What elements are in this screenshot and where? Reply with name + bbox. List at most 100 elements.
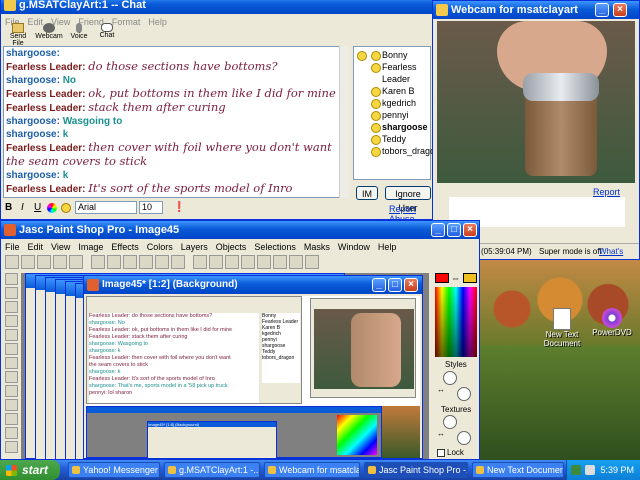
swap-colors-icon[interactable]: ⇔ [451, 273, 460, 283]
image45-titlebar[interactable]: Image45* [1:2] (Background) _ □ × [84, 276, 422, 294]
psp-menu-help[interactable]: Help [374, 242, 401, 252]
textures-back-button[interactable] [457, 431, 471, 445]
psp-toolbar-button-icon[interactable] [193, 255, 207, 269]
send-file-button[interactable]: Send File [5, 23, 31, 47]
image45-maximize-button[interactable]: □ [388, 278, 402, 292]
emoticon-icon[interactable] [61, 203, 71, 213]
psp-toolbar-button-icon[interactable] [305, 255, 319, 269]
italic-button[interactable]: I [21, 202, 24, 213]
task-webcam[interactable]: Webcam for msatclay... [264, 462, 360, 478]
desktop-icon-new-text-document[interactable]: New Text Document [540, 308, 584, 348]
psp-toolbar-button-icon[interactable] [91, 255, 105, 269]
psp-toolbar-button-icon[interactable] [139, 255, 153, 269]
voice-button[interactable]: Voice [67, 23, 91, 40]
report-abuse-link[interactable]: Report Abuse [389, 204, 433, 219]
start-button[interactable]: start [0, 460, 60, 480]
psp-menu-masks[interactable]: Masks [300, 242, 334, 252]
task-new-text-document[interactable]: New Text Document ... [472, 462, 564, 478]
chat-button[interactable]: Chat [95, 23, 119, 39]
psp-menu-objects[interactable]: Objects [212, 242, 251, 252]
user-list-item[interactable]: Karen B [368, 85, 430, 97]
minimize-button[interactable]: _ [595, 3, 609, 17]
background-swatch[interactable] [463, 273, 477, 283]
psp-menu-edit[interactable]: Edit [24, 242, 48, 252]
psp-toolbar-button-icon[interactable] [209, 255, 223, 269]
styles-back-button[interactable] [457, 387, 471, 401]
webcam-titlebar[interactable]: Webcam for msatclayart _ × [433, 1, 639, 19]
font-select[interactable]: Arial [75, 201, 137, 214]
psp-tool-icon[interactable] [5, 427, 18, 439]
styles-swap-icon[interactable]: ↔ [437, 385, 445, 394]
psp-maximize-button[interactable]: □ [447, 223, 461, 237]
task-yahoo-messenger[interactable]: Yahoo! Messenger (I... [68, 462, 160, 478]
chat-titlebar[interactable]: g.MSATClayArt:1 -- Chat [1, 0, 433, 14]
webcam-button[interactable]: Webcam [35, 23, 63, 40]
user-list-item[interactable]: tobors_dragon [368, 145, 433, 157]
psp-menu-view[interactable]: View [47, 242, 74, 252]
tray-volume-icon[interactable] [585, 465, 595, 475]
user-list-item[interactable]: Bonny [368, 49, 430, 61]
color-picker-icon[interactable] [47, 203, 57, 213]
psp-tool-icon[interactable] [5, 413, 18, 425]
psp-minimize-button[interactable]: _ [431, 223, 445, 237]
underline-button[interactable]: U [34, 202, 41, 213]
psp-menu-selections[interactable]: Selections [250, 242, 300, 252]
user-list-item[interactable]: pennyi [368, 109, 430, 121]
user-list-item[interactable]: shargoose [368, 121, 430, 133]
psp-titlebar[interactable]: Jasc Paint Shop Pro - Image45 _ □ × [1, 221, 479, 239]
psp-menu-window[interactable]: Window [334, 242, 374, 252]
bold-button[interactable]: B [5, 202, 12, 213]
psp-tool-icon[interactable] [5, 385, 18, 397]
user-list-item[interactable]: Teddy [368, 133, 430, 145]
buzz-icon[interactable]: ❗ [173, 202, 185, 213]
psp-close-button[interactable]: × [463, 223, 477, 237]
psp-tool-icon[interactable] [5, 301, 18, 313]
psp-menu-image[interactable]: Image [74, 242, 107, 252]
image45-canvas[interactable]: Fearless Leader: do those sections have … [86, 296, 420, 458]
lock-checkbox[interactable] [437, 449, 445, 457]
textures-fore-button[interactable] [443, 415, 457, 429]
psp-toolbar-button-icon[interactable] [171, 255, 185, 269]
psp-toolbar-button-icon[interactable] [37, 255, 51, 269]
image45-close-button[interactable]: × [404, 278, 418, 292]
psp-tool-icon[interactable] [5, 441, 18, 453]
color-spectrum[interactable] [435, 287, 477, 357]
psp-tool-icon[interactable] [5, 273, 18, 285]
textures-swap-icon[interactable]: ↔ [437, 429, 445, 438]
psp-menu-file[interactable]: File [1, 242, 24, 252]
psp-toolbar-button-icon[interactable] [155, 255, 169, 269]
psp-toolbar-button-icon[interactable] [123, 255, 137, 269]
psp-toolbar-button-icon[interactable] [241, 255, 255, 269]
psp-toolbar-button-icon[interactable] [21, 255, 35, 269]
psp-tool-icon[interactable] [5, 287, 18, 299]
task-chat[interactable]: g.MSATClayArt:1 -... [164, 462, 260, 478]
im-button[interactable]: IM [356, 186, 378, 200]
psp-tool-icon[interactable] [5, 315, 18, 327]
psp-toolbar-button-icon[interactable] [69, 255, 83, 269]
psp-menu-layers[interactable]: Layers [177, 242, 212, 252]
psp-menu-colors[interactable]: Colors [143, 242, 177, 252]
psp-toolbar-button-icon[interactable] [273, 255, 287, 269]
room-user-list[interactable]: Bonny Fearless Leader Karen Bkgedrich penny… [353, 46, 433, 180]
user-list-item[interactable]: Fearless Leader [368, 61, 430, 85]
font-size-select[interactable]: 10 [139, 201, 163, 214]
psp-toolbar-button-icon[interactable] [53, 255, 67, 269]
task-paint-shop-pro[interactable]: Jasc Paint Shop Pro -... [364, 462, 468, 478]
chat-scrollbar[interactable] [339, 46, 349, 198]
psp-tool-icon[interactable] [5, 357, 18, 369]
psp-tool-icon[interactable] [5, 399, 18, 411]
psp-toolbar-button-icon[interactable] [5, 255, 19, 269]
psp-toolbar-button-icon[interactable] [225, 255, 239, 269]
tray-network-icon[interactable] [571, 465, 581, 475]
ignore-user-button[interactable]: Ignore User [385, 186, 431, 213]
menu-help[interactable]: Help [144, 17, 171, 27]
whats-this-link[interactable]: What's this? [599, 244, 639, 259]
psp-tool-icon[interactable] [5, 371, 18, 383]
psp-menu-effects[interactable]: Effects [107, 242, 142, 252]
psp-toolbar-button-icon[interactable] [289, 255, 303, 269]
desktop-icon-powerdvd[interactable]: PowerDVD [590, 308, 634, 337]
psp-tool-icon[interactable] [5, 329, 18, 341]
psp-toolbar-button-icon[interactable] [107, 255, 121, 269]
chat-transcript[interactable]: shargoose: Fearless Leader: do those sec… [3, 46, 349, 198]
psp-toolbar-button-icon[interactable] [257, 255, 271, 269]
